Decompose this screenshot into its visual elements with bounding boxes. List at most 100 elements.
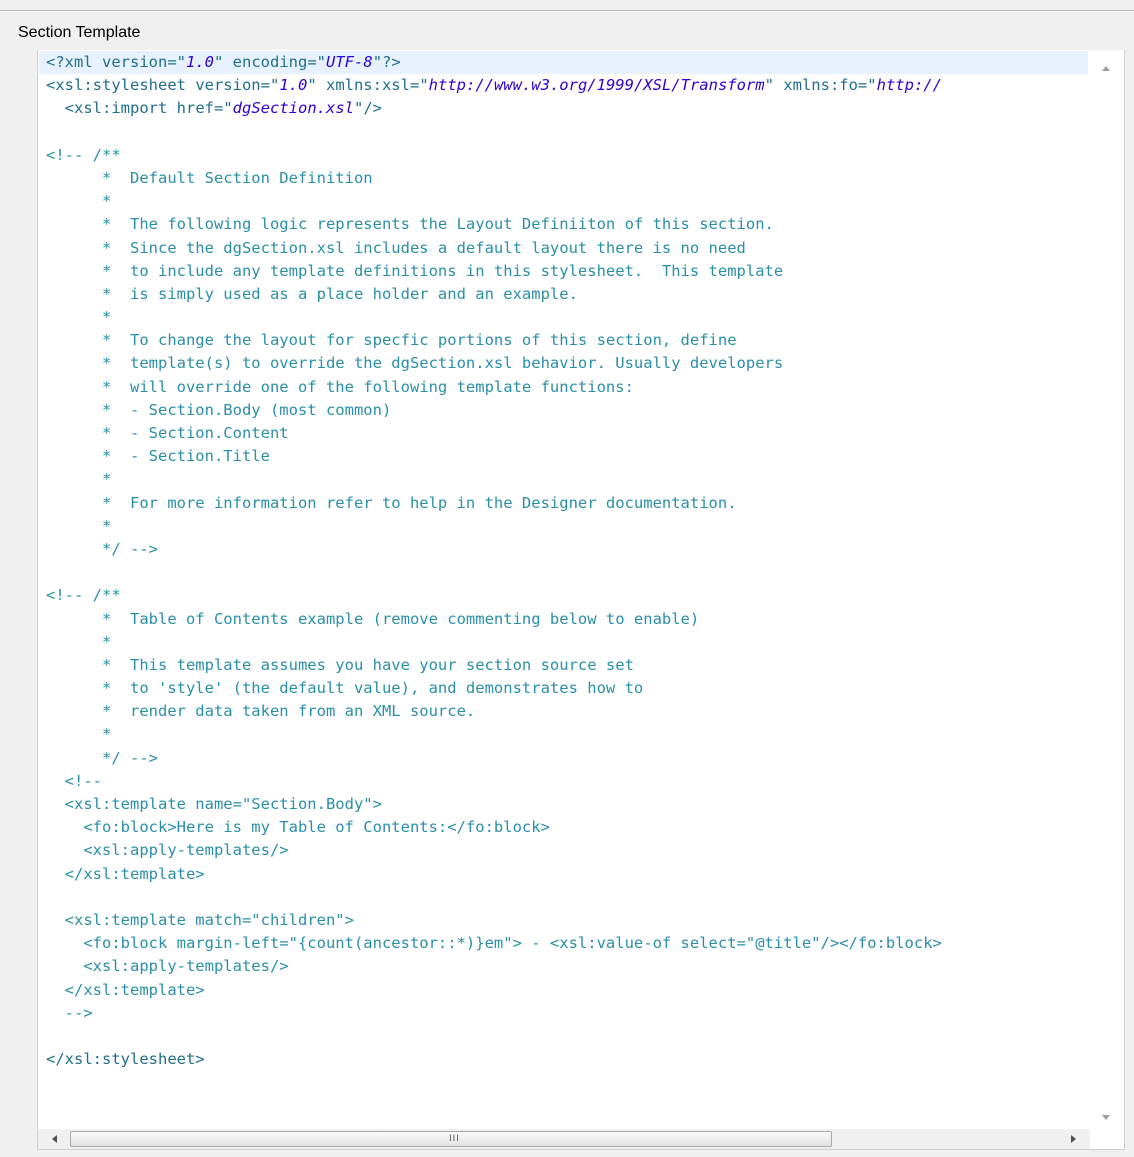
horizontal-scrollbar[interactable]: III — [38, 1129, 1090, 1149]
code-line[interactable]: * — [39, 190, 1089, 213]
code-line[interactable]: * will override one of the following tem… — [39, 376, 1089, 399]
code-line[interactable]: <!-- /** — [39, 584, 1089, 607]
code-line[interactable]: * to include any template definitions in… — [39, 260, 1089, 283]
code-line[interactable] — [39, 1025, 1089, 1048]
horizontal-scroll-thumb[interactable]: III — [70, 1131, 832, 1147]
code-line[interactable]: <!-- /** — [39, 144, 1089, 167]
code-token: <xsl:apply-templates/> — [46, 957, 289, 976]
code-line[interactable]: * Default Section Definition — [39, 167, 1089, 190]
code-line[interactable] — [39, 121, 1089, 144]
code-token: " — [269, 76, 280, 95]
code-line[interactable]: * - Section.Content — [39, 422, 1089, 445]
code-line[interactable]: </xsl:template> — [39, 863, 1089, 886]
code-token: * template(s) to override the dgSection.… — [46, 354, 784, 373]
code-token: * - Section.Content — [46, 424, 289, 442]
code-token: * — [46, 516, 112, 535]
code-line[interactable]: </xsl:stylesheet> — [39, 1048, 1089, 1071]
code-token: * The following logic represents the Lay… — [46, 215, 774, 234]
code-line[interactable]: * - Section.Body (most common) — [39, 399, 1089, 422]
code-line[interactable]: * The following logic represents the Lay… — [39, 213, 1089, 236]
code-token: xmlns:xsl= — [325, 76, 420, 95]
code-token: http://www.w3.org/1999/XSL/Transform — [428, 76, 765, 95]
code-token: <?xml — [46, 53, 102, 71]
code-line[interactable]: <fo:block>Here is my Table of Contents:<… — [39, 816, 1089, 839]
scroll-right-arrow-icon[interactable] — [1071, 1135, 1076, 1143]
code-token: version= — [102, 53, 177, 71]
code-token: <xsl:apply-templates/> — [46, 841, 289, 860]
code-line[interactable]: <fo:block margin-left="{count(ancestor::… — [39, 932, 1089, 955]
code-line[interactable]: <!-- — [39, 770, 1089, 793]
code-line[interactable]: * - Section.Title — [39, 445, 1089, 468]
code-line[interactable]: * to 'style' (the default value), and de… — [39, 677, 1089, 700]
code-token: </xsl:template> — [46, 864, 205, 883]
code-token: * — [46, 192, 112, 211]
code-token: </xsl:template> — [46, 980, 205, 999]
code-line[interactable]: <xsl:apply-templates/> — [39, 839, 1089, 862]
code-token: http:// — [876, 76, 942, 95]
code-token: <xsl:template name="Section.Body"> — [46, 795, 382, 813]
code-line[interactable]: </xsl:template> — [39, 979, 1089, 1002]
code-line[interactable]: * Since the dgSection.xsl includes a def… — [39, 237, 1089, 260]
code-line[interactable] — [39, 886, 1089, 909]
code-line[interactable]: --> — [39, 1002, 1089, 1025]
scroll-thumb-grip: III — [449, 1134, 460, 1144]
code-token: xmlns:fo= — [783, 76, 868, 95]
scroll-up-arrow-icon[interactable] — [1102, 66, 1110, 71]
code-token: " — [316, 53, 327, 71]
code-token: " — [214, 53, 233, 71]
code-token: <xsl:import — [46, 99, 177, 118]
code-token: "/> — [354, 99, 382, 118]
code-token: encoding= — [232, 53, 317, 71]
code-area[interactable]: <?xml version="1.0" encoding="UTF-8"?> <x… — [39, 51, 1089, 1131]
code-token: * — [46, 725, 112, 744]
code-line[interactable]: * template(s) to override the dgSection.… — [39, 352, 1089, 375]
code-line[interactable]: * For more information refer to help in … — [39, 492, 1089, 515]
code-line[interactable]: */ --> — [39, 538, 1089, 561]
code-token: * — [46, 308, 112, 327]
code-line[interactable]: * Table of Contents example (remove comm… — [39, 608, 1089, 631]
code-token: * render data taken from an XML source. — [46, 702, 476, 721]
code-token: * Since the dgSection.xsl includes a def… — [46, 238, 746, 257]
code-token: * - Section.Title — [46, 447, 270, 466]
vertical-scrollbar[interactable] — [1088, 50, 1124, 1130]
code-line[interactable]: <xsl:template match="children"> — [39, 909, 1089, 932]
code-line[interactable]: * This template assumes you have your se… — [39, 654, 1089, 677]
scroll-left-arrow-icon[interactable] — [52, 1135, 57, 1143]
code-token: * — [46, 470, 112, 489]
code-line[interactable] — [39, 561, 1089, 584]
code-token: " — [176, 53, 186, 71]
code-line[interactable]: * To change the layout for specfic porti… — [39, 329, 1089, 352]
code-line[interactable]: * — [39, 631, 1089, 654]
code-token: * Default Section Definition — [46, 168, 373, 187]
code-token: * This template assumes you have your se… — [46, 655, 634, 674]
code-token: href= — [176, 99, 224, 118]
code-line[interactable]: <xsl:apply-templates/> — [39, 955, 1089, 978]
code-line[interactable]: * — [39, 306, 1089, 329]
code-line[interactable]: * render data taken from an XML source. — [39, 700, 1089, 723]
code-line[interactable]: * — [39, 515, 1089, 538]
code-token: * is simply used as a place holder and a… — [46, 284, 578, 303]
code-line[interactable]: * is simply used as a place holder and a… — [39, 283, 1089, 306]
code-token: 1.0 — [279, 76, 308, 95]
code-token: version= — [195, 76, 270, 95]
code-token: dgSection.xsl — [232, 99, 354, 118]
code-line[interactable]: * — [39, 468, 1089, 491]
code-token: * To change the layout for specfic porti… — [46, 331, 737, 350]
code-token: <!-- — [46, 771, 102, 790]
code-line[interactable]: <xsl:import href="dgSection.xsl"/> — [39, 97, 1089, 120]
code-token: * Table of Contents example (remove comm… — [46, 609, 700, 628]
code-line[interactable]: <xsl:template name="Section.Body"> — [39, 793, 1089, 816]
code-line[interactable]: * — [39, 723, 1089, 746]
code-editor[interactable]: <?xml version="1.0" encoding="UTF-8"?> <x… — [37, 50, 1125, 1150]
code-token: </xsl:stylesheet> — [46, 1050, 205, 1069]
code-line[interactable]: <?xml version="1.0" encoding="UTF-8"?> — [39, 51, 1089, 75]
code-token: * to include any template definitions in… — [46, 261, 784, 280]
code-token: "?> — [372, 53, 401, 71]
code-token: <fo:block margin-left="{count(ancestor::… — [46, 934, 942, 953]
code-token: * to 'style' (the default value), and de… — [46, 679, 644, 698]
code-token: " — [307, 76, 326, 95]
scroll-down-arrow-icon[interactable] — [1102, 1115, 1110, 1120]
code-token: --> — [46, 1003, 93, 1022]
code-line[interactable]: <xsl:stylesheet version="1.0" xmlns:xsl=… — [39, 74, 1089, 97]
code-line[interactable]: */ --> — [39, 747, 1089, 770]
